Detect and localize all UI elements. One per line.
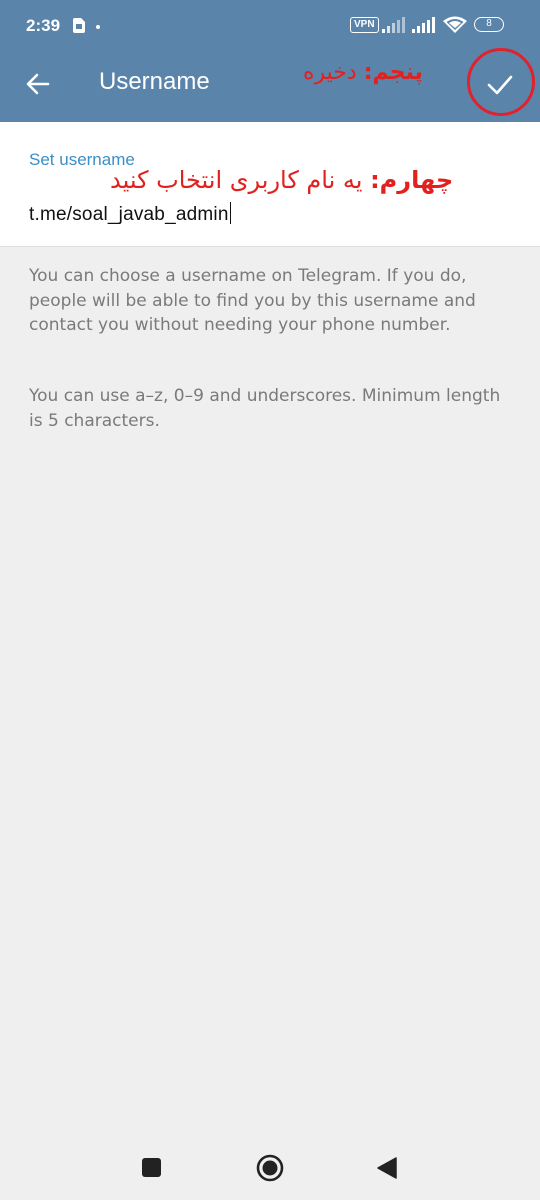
wifi-icon xyxy=(443,16,467,33)
signal-icon xyxy=(382,17,405,33)
annotation-step5-bold: پنجم: xyxy=(363,60,423,85)
battery-icon: 8 xyxy=(474,17,504,32)
help-text-paragraph-1: You can choose a username on Telegram. I… xyxy=(29,266,476,335)
username-input[interactable]: t.me/soal_javab_admin xyxy=(29,202,232,226)
username-value: t.me/soal_javab_admin xyxy=(29,204,229,225)
status-time: 2:39 xyxy=(26,16,61,35)
notification-dot-icon xyxy=(96,25,100,29)
nav-home-icon[interactable] xyxy=(256,1154,284,1182)
signal-icon xyxy=(412,17,435,33)
annotation-step4: چهارم: یه نام کاربری انتخاب کنید xyxy=(110,166,453,194)
text-caret xyxy=(229,202,232,224)
app-header: 2:39 VPN 8 Username xyxy=(0,0,540,122)
status-bar: 2:39 VPN 8 xyxy=(0,0,540,52)
help-text-paragraph-2: You can use a–z, 0–9 and underscores. Mi… xyxy=(29,386,501,431)
annotation-step5-text: دخیره xyxy=(303,60,364,85)
nav-square-icon[interactable] xyxy=(142,1158,161,1177)
vpn-icon: VPN xyxy=(350,17,379,33)
page-title: Username xyxy=(99,68,210,95)
annotation-step4-text: یه نام کاربری انتخاب کنید xyxy=(110,166,371,194)
nav-back-icon[interactable] xyxy=(376,1156,398,1180)
annotation-step5: پنجم: دخیره xyxy=(303,60,423,85)
sim-icon xyxy=(73,18,85,33)
annotation-step4-bold: چهارم: xyxy=(370,166,454,194)
back-arrow-icon[interactable] xyxy=(24,70,52,98)
toolbar: Username xyxy=(0,52,540,122)
highlight-circle xyxy=(467,48,535,116)
